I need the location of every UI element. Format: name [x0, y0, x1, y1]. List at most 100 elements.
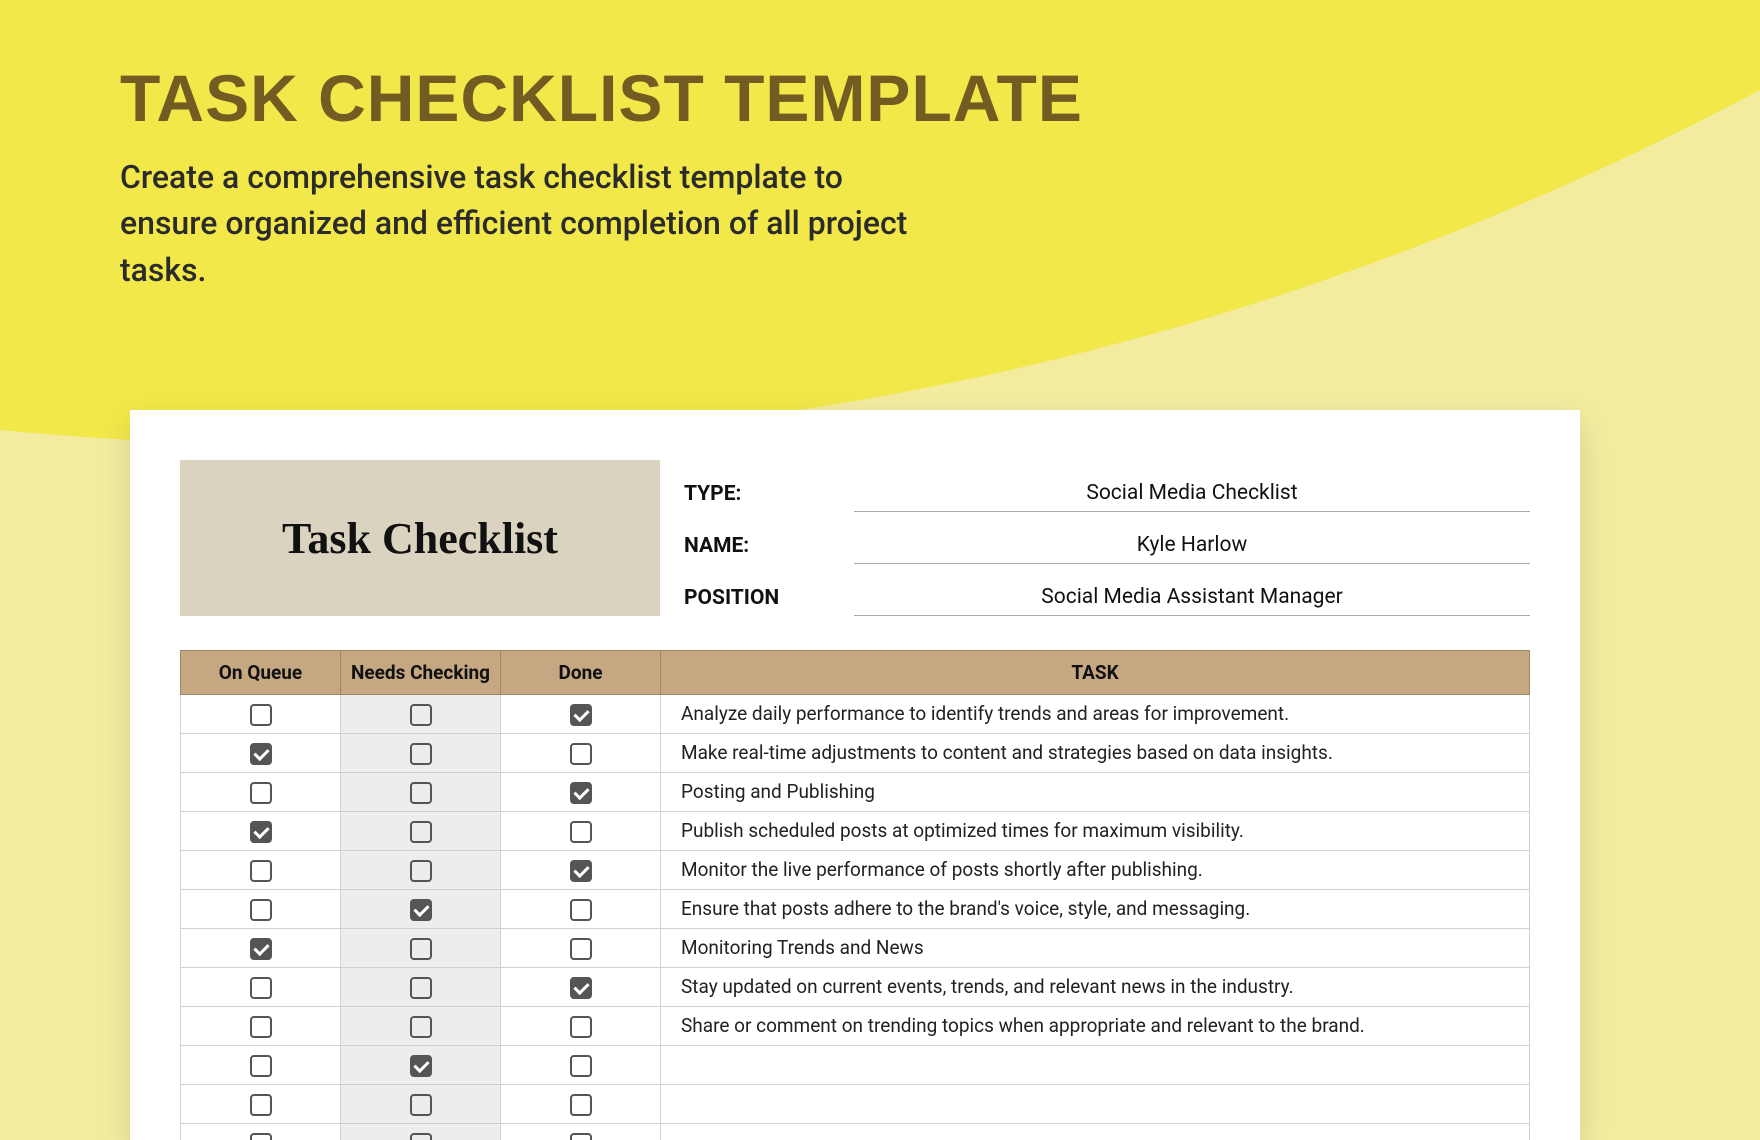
- checkbox-done[interactable]: [570, 860, 592, 882]
- checkbox-check[interactable]: [410, 938, 432, 960]
- cell-check: [341, 928, 501, 967]
- task-table: On Queue Needs Checking Done TASK Analyz…: [180, 650, 1530, 1140]
- table-row: Share or comment on trending topics when…: [181, 1006, 1530, 1045]
- col-header-queue: On Queue: [181, 651, 341, 695]
- cell-check: [341, 695, 501, 734]
- checkbox-queue[interactable]: [250, 1016, 272, 1038]
- checkbox-queue[interactable]: [250, 743, 272, 765]
- checkbox-check[interactable]: [410, 1055, 432, 1077]
- checkbox-done[interactable]: [570, 1094, 592, 1116]
- cell-queue: [181, 1123, 341, 1140]
- checkbox-queue[interactable]: [250, 938, 272, 960]
- meta-position-value[interactable]: Social Media Assistant Manager: [854, 585, 1530, 616]
- checkbox-check[interactable]: [410, 1016, 432, 1038]
- cell-check: [341, 733, 501, 772]
- checkbox-check[interactable]: [410, 977, 432, 999]
- cell-task[interactable]: Share or comment on trending topics when…: [661, 1006, 1530, 1045]
- checkbox-check[interactable]: [410, 704, 432, 726]
- checkbox-done[interactable]: [570, 821, 592, 843]
- checkbox-queue[interactable]: [250, 1133, 272, 1140]
- cell-task[interactable]: Monitor the live performance of posts sh…: [661, 850, 1530, 889]
- cell-done: [501, 811, 661, 850]
- checkbox-done[interactable]: [570, 1016, 592, 1038]
- cell-done: [501, 1084, 661, 1123]
- checkbox-check[interactable]: [410, 1094, 432, 1116]
- cell-done: [501, 850, 661, 889]
- checkbox-queue[interactable]: [250, 899, 272, 921]
- table-row: Make real-time adjustments to content an…: [181, 733, 1530, 772]
- meta-row-name: NAME: Kyle Harlow: [684, 512, 1530, 564]
- page-subtitle: Create a comprehensive task checklist te…: [120, 154, 940, 293]
- cell-done: [501, 772, 661, 811]
- meta-name-value[interactable]: Kyle Harlow: [854, 533, 1530, 564]
- checkbox-check[interactable]: [410, 860, 432, 882]
- cell-queue: [181, 1084, 341, 1123]
- cell-check: [341, 967, 501, 1006]
- cell-task[interactable]: Posting and Publishing: [661, 772, 1530, 811]
- table-row: Stay updated on current events, trends, …: [181, 967, 1530, 1006]
- cell-queue: [181, 889, 341, 928]
- checkbox-done[interactable]: [570, 977, 592, 999]
- checkbox-done[interactable]: [570, 743, 592, 765]
- checkbox-queue[interactable]: [250, 782, 272, 804]
- table-row: Posting and Publishing: [181, 772, 1530, 811]
- cell-queue: [181, 967, 341, 1006]
- cell-check: [341, 850, 501, 889]
- cell-task[interactable]: Ensure that posts adhere to the brand's …: [661, 889, 1530, 928]
- cell-done: [501, 928, 661, 967]
- checkbox-check[interactable]: [410, 1133, 432, 1140]
- checkbox-check[interactable]: [410, 782, 432, 804]
- cell-done: [501, 695, 661, 734]
- cell-task[interactable]: [661, 1123, 1530, 1140]
- checkbox-check[interactable]: [410, 743, 432, 765]
- checkbox-queue[interactable]: [250, 860, 272, 882]
- cell-queue: [181, 850, 341, 889]
- checkbox-check[interactable]: [410, 899, 432, 921]
- table-row: [181, 1084, 1530, 1123]
- checkbox-queue[interactable]: [250, 1055, 272, 1077]
- checkbox-done[interactable]: [570, 938, 592, 960]
- cell-queue: [181, 695, 341, 734]
- checkbox-queue[interactable]: [250, 821, 272, 843]
- cell-check: [341, 772, 501, 811]
- meta-type-value[interactable]: Social Media Checklist: [854, 481, 1530, 512]
- page-title: TASK CHECKLIST TEMPLATE: [120, 60, 1083, 136]
- cell-check: [341, 1006, 501, 1045]
- cell-done: [501, 967, 661, 1006]
- task-table-wrap: On Queue Needs Checking Done TASK Analyz…: [180, 650, 1530, 1140]
- cell-queue: [181, 733, 341, 772]
- cell-task[interactable]: [661, 1045, 1530, 1084]
- checkbox-done[interactable]: [570, 704, 592, 726]
- cell-task[interactable]: Make real-time adjustments to content an…: [661, 733, 1530, 772]
- checkbox-done[interactable]: [570, 782, 592, 804]
- checkbox-queue[interactable]: [250, 1094, 272, 1116]
- cell-queue: [181, 811, 341, 850]
- cell-task[interactable]: [661, 1084, 1530, 1123]
- col-header-task: TASK: [661, 651, 1530, 695]
- cell-task[interactable]: Publish scheduled posts at optimized tim…: [661, 811, 1530, 850]
- cell-done: [501, 1006, 661, 1045]
- cell-task[interactable]: Analyze daily performance to identify tr…: [661, 695, 1530, 734]
- checkbox-done[interactable]: [570, 1055, 592, 1077]
- cell-queue: [181, 928, 341, 967]
- cell-check: [341, 889, 501, 928]
- cell-queue: [181, 772, 341, 811]
- table-row: Publish scheduled posts at optimized tim…: [181, 811, 1530, 850]
- cell-task[interactable]: Monitoring Trends and News: [661, 928, 1530, 967]
- table-row: Monitoring Trends and News: [181, 928, 1530, 967]
- checkbox-check[interactable]: [410, 821, 432, 843]
- table-row: Ensure that posts adhere to the brand's …: [181, 889, 1530, 928]
- table-row: Analyze daily performance to identify tr…: [181, 695, 1530, 734]
- checkbox-done[interactable]: [570, 1133, 592, 1140]
- cell-task[interactable]: Stay updated on current events, trends, …: [661, 967, 1530, 1006]
- checkbox-queue[interactable]: [250, 704, 272, 726]
- checkbox-queue[interactable]: [250, 977, 272, 999]
- cell-queue: [181, 1006, 341, 1045]
- meta-row-position: POSITION Social Media Assistant Manager: [684, 564, 1530, 616]
- cell-queue: [181, 1045, 341, 1084]
- meta-type-label: TYPE:: [684, 482, 854, 512]
- document-meta: TYPE: Social Media Checklist NAME: Kyle …: [684, 460, 1530, 616]
- meta-position-label: POSITION: [684, 586, 854, 616]
- checkbox-done[interactable]: [570, 899, 592, 921]
- table-row: [181, 1045, 1530, 1084]
